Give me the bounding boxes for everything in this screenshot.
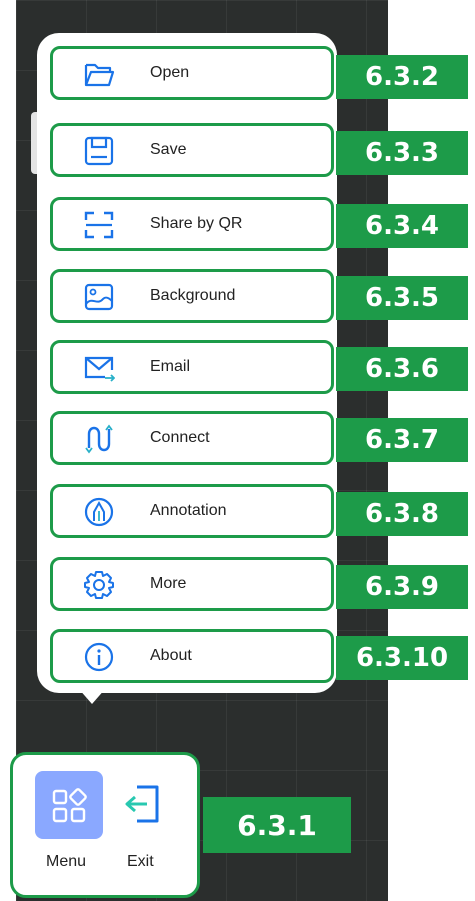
section-tag: 6.3.9 [336,565,468,609]
exit-button-label: Exit [127,853,154,870]
section-tag: 6.3.4 [336,204,468,248]
apps-icon [52,788,87,823]
menu-item-save[interactable]: Save [50,123,334,177]
menu-item-label: Annotation [150,502,227,519]
menu-item-annotation[interactable]: Annotation [50,484,334,538]
menu-item-connect[interactable]: Connect [50,411,334,465]
menu-item-open[interactable]: Open [50,46,334,100]
section-tag: 6.3.3 [336,131,468,175]
pen-icon [84,497,114,527]
exit-button[interactable] [117,771,173,839]
menu-item-label: Background [150,287,236,304]
qr-scan-icon [84,211,114,239]
menu-button-label: Menu [46,853,87,870]
menu-item-label: Open [150,64,190,81]
menu-item-background[interactable]: Background [50,269,334,323]
menu-item-label: About [150,647,192,664]
section-tag: 6.3.1 [203,797,351,853]
image-icon [84,283,114,311]
menu-item-about[interactable]: About [50,629,334,683]
section-tag: 6.3.8 [336,492,468,536]
mail-icon [84,356,115,382]
bottom-dock: Menu Exit [10,752,200,898]
gear-icon [84,571,114,599]
menu-item-label: Connect [150,429,210,446]
info-icon [84,642,114,672]
menu-item-email[interactable]: Email [50,340,334,394]
menu-item-label: Save [150,141,187,158]
section-tag: 6.3.2 [336,55,468,99]
menu-item-share-by-qr[interactable]: Share by QR [50,197,334,251]
menu-item-label: Email [150,358,191,375]
section-tag: 6.3.5 [336,276,468,320]
menu-item-more[interactable]: More [50,557,334,611]
menu-item-label: Share by QR [150,215,243,232]
menu-item-label: More [150,575,187,592]
menu-popup-pointer [78,688,106,704]
save-icon [84,136,114,166]
menu-button[interactable] [35,771,103,839]
section-tag: 6.3.7 [336,418,468,462]
exit-icon [125,785,159,823]
section-tag: 6.3.10 [336,636,468,680]
folder-icon [84,63,115,87]
section-tag: 6.3.6 [336,347,468,391]
connect-icon [85,424,113,454]
